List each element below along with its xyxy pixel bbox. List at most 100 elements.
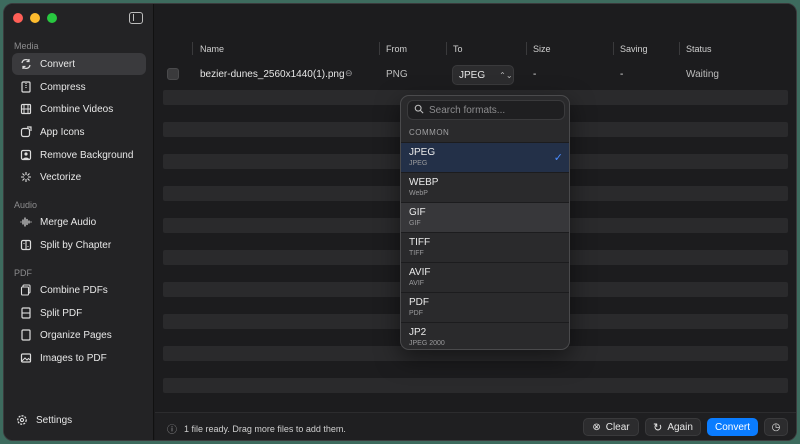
format-name: GIF (409, 207, 426, 218)
table-row[interactable]: bezier-dunes_2560x1440(1).png ⊖ PNG JPEG… (155, 63, 796, 87)
sidebar-item-split-pdf[interactable]: Split PDF (12, 302, 146, 324)
from-format: PNG (386, 69, 408, 80)
sidebar-item-label: Split PDF (40, 307, 83, 319)
sidebar: Media Convert Compress Combine Videos Ap… (4, 4, 154, 440)
format-sub: AVIF (409, 280, 425, 287)
format-dropdown: COMMON JPEG JPEG ✓ WEBP WebP GIF GIF TIF… (400, 95, 570, 350)
column-divider (379, 42, 380, 55)
footer-bar: ⓘ 1 file ready. Drag more files to add t… (155, 412, 796, 440)
gear-icon (16, 414, 28, 426)
sidebar-item-remove-background[interactable]: Remove Background (12, 144, 146, 166)
info-circle-icon: ⓘ (167, 425, 177, 436)
history-button[interactable]: ◷ (764, 418, 788, 436)
sidebar-item-label: App Icons (40, 126, 85, 138)
info-icon[interactable]: ⊖ (345, 68, 353, 79)
again-button[interactable]: ↻ Again (645, 418, 701, 436)
saving-value: - (620, 69, 624, 80)
documents-icon (20, 284, 32, 296)
settings-button[interactable]: Settings (16, 414, 72, 426)
column-divider (192, 42, 193, 55)
app-window: Media Convert Compress Combine Videos Ap… (3, 3, 797, 441)
format-option-tiff[interactable]: TIFF TIFF (401, 232, 569, 262)
format-option-avif[interactable]: AVIF AVIF (401, 262, 569, 292)
status-value: Waiting (686, 69, 719, 80)
header-status[interactable]: Status (686, 44, 712, 54)
sidebar-item-organize-pages[interactable]: Organize Pages (12, 324, 146, 346)
format-search[interactable] (407, 100, 565, 120)
sidebar-item-split-by-chapter[interactable]: Split by Chapter (12, 234, 146, 256)
column-divider (679, 42, 680, 55)
format-option-webp[interactable]: WEBP WebP (401, 172, 569, 202)
group-label: COMMON (409, 128, 450, 137)
sidebar-item-label: Compress (40, 81, 86, 93)
sidebar-item-app-icons[interactable]: App Icons (12, 121, 146, 143)
window-controls (13, 13, 57, 23)
search-icon (414, 104, 424, 117)
header-to[interactable]: To (453, 44, 463, 54)
convert-label: Convert (714, 421, 750, 433)
column-divider (526, 42, 527, 55)
sidebar-item-images-to-pdf[interactable]: Images to PDF (12, 347, 146, 369)
sidebar-item-label: Vectorize (40, 171, 82, 183)
sidebar-item-label: Combine Videos (40, 103, 114, 115)
format-option-gif[interactable]: GIF GIF (401, 202, 569, 232)
close-window-button[interactable] (13, 13, 23, 23)
sidebar-toggle-icon[interactable] (129, 12, 143, 24)
section-label-pdf: PDF (14, 268, 32, 278)
format-search-input[interactable] (429, 104, 559, 116)
section-label-media: Media (14, 41, 39, 51)
sidebar-item-label: Remove Background (40, 149, 134, 161)
sparkle-icon (20, 171, 32, 183)
sidebar-item-label: Images to PDF (40, 352, 107, 364)
sidebar-item-label: Merge Audio (40, 216, 97, 228)
minimize-window-button[interactable] (30, 13, 40, 23)
header-size[interactable]: Size (533, 44, 551, 54)
clear-button[interactable]: ⊗ Clear (583, 418, 639, 436)
zoom-window-button[interactable] (47, 13, 57, 23)
column-divider (446, 42, 447, 55)
convert-button[interactable]: Convert (707, 418, 758, 436)
sidebar-item-vectorize[interactable]: Vectorize (12, 166, 146, 188)
sidebar-item-convert[interactable]: Convert (12, 53, 146, 75)
format-sub: JPEG (409, 160, 428, 167)
format-option-jpeg[interactable]: JPEG JPEG ✓ (401, 142, 569, 172)
clear-icon: ⊗ (592, 421, 601, 433)
footer-status: ⓘ 1 file ready. Drag more files to add t… (167, 421, 346, 437)
header-saving[interactable]: Saving (620, 44, 648, 54)
again-label: Again (667, 421, 693, 433)
compress-icon (20, 81, 32, 93)
format-sub: PDF (409, 310, 423, 317)
sidebar-item-combine-pdfs[interactable]: Combine PDFs (12, 279, 146, 301)
format-name: PDF (409, 297, 429, 308)
to-format-select[interactable]: JPEG ⌃⌄ (452, 65, 514, 85)
page-icon (20, 329, 32, 341)
sidebar-item-compress[interactable]: Compress (12, 76, 146, 98)
sidebar-item-merge-audio[interactable]: Merge Audio (12, 211, 146, 233)
format-sub: GIF (409, 220, 421, 227)
document-split-icon (20, 307, 32, 319)
clock-icon: ◷ (771, 421, 781, 433)
header-name[interactable]: Name (200, 44, 224, 54)
person-icon (20, 149, 32, 161)
size-value: - (533, 69, 537, 80)
format-sub: JPEG 2000 (409, 340, 445, 347)
sidebar-item-label: Combine PDFs (40, 284, 108, 296)
format-name: AVIF (409, 267, 431, 278)
sidebar-item-label: Convert (40, 58, 76, 70)
format-name: JPEG (409, 147, 436, 158)
format-name: TIFF (409, 237, 431, 248)
split-icon (20, 239, 32, 251)
empty-row (163, 378, 788, 393)
format-option-pdf[interactable]: PDF PDF (401, 292, 569, 322)
clear-label: Clear (605, 421, 630, 433)
format-sub: TIFF (409, 250, 424, 257)
app-icon-icon (20, 126, 32, 138)
status-text: 1 file ready. Drag more files to add the… (184, 423, 346, 434)
header-from[interactable]: From (386, 44, 407, 54)
row-checkbox[interactable] (167, 68, 179, 80)
format-name: JP2 (409, 327, 427, 338)
stepper-chevron-icon: ⌃⌄ (499, 70, 513, 80)
sidebar-item-combine-videos[interactable]: Combine Videos (12, 98, 146, 120)
format-sub: WebP (409, 190, 428, 197)
format-option-jp2[interactable]: JP2 JPEG 2000 (401, 322, 569, 349)
